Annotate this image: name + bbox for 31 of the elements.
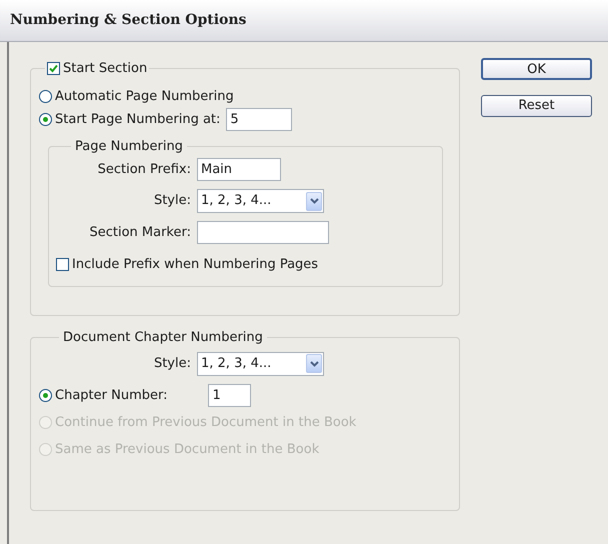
chevron-down-icon [310,360,318,366]
radio-label: Continue from Previous Document in the Book [55,414,356,432]
field-label: Section Marker: [88,224,192,242]
radio-label: Automatic Page Numbering [55,88,234,106]
selected-radio-button[interactable] [39,113,52,126]
radio-label: Start Page Numbering at: [55,110,220,129]
dropdown-arrow-button[interactable] [306,192,322,210]
window-title: Numbering & Section Options [10,11,246,30]
checkbox-label: Start Section [63,60,148,78]
text-field[interactable] [197,221,329,244]
group-title: Page Numbering [74,138,184,156]
chevron-down-icon [310,198,318,204]
dialog-button[interactable]: Reset [481,95,592,117]
radio-button[interactable] [39,90,52,103]
radio-label: Same as Previous Document in the Book [55,440,320,459]
field-label: Style: [152,192,192,210]
selected-radio-button[interactable] [39,389,52,402]
checkbox[interactable] [56,258,69,272]
text-field[interactable]: Main [197,158,281,181]
field-label: Section Prefix: [96,160,192,179]
dropdown-arrow-button[interactable] [306,354,322,373]
radio-label: Chapter Number: [55,386,168,405]
checked-checkbox[interactable] [47,62,60,76]
dropdown[interactable]: 1, 2, 3, 4... [197,352,324,376]
field-label: Style: [152,354,192,373]
checkbox-label: Include Prefix when Numbering Pages [72,256,318,274]
group-title: Document Chapter Numbering [62,329,264,347]
text-field[interactable]: 5 [226,108,292,131]
text-field[interactable]: 1 [208,384,252,407]
dropdown[interactable]: 1, 2, 3, 4... [197,189,324,213]
dialog-button[interactable]: OK [481,58,592,80]
